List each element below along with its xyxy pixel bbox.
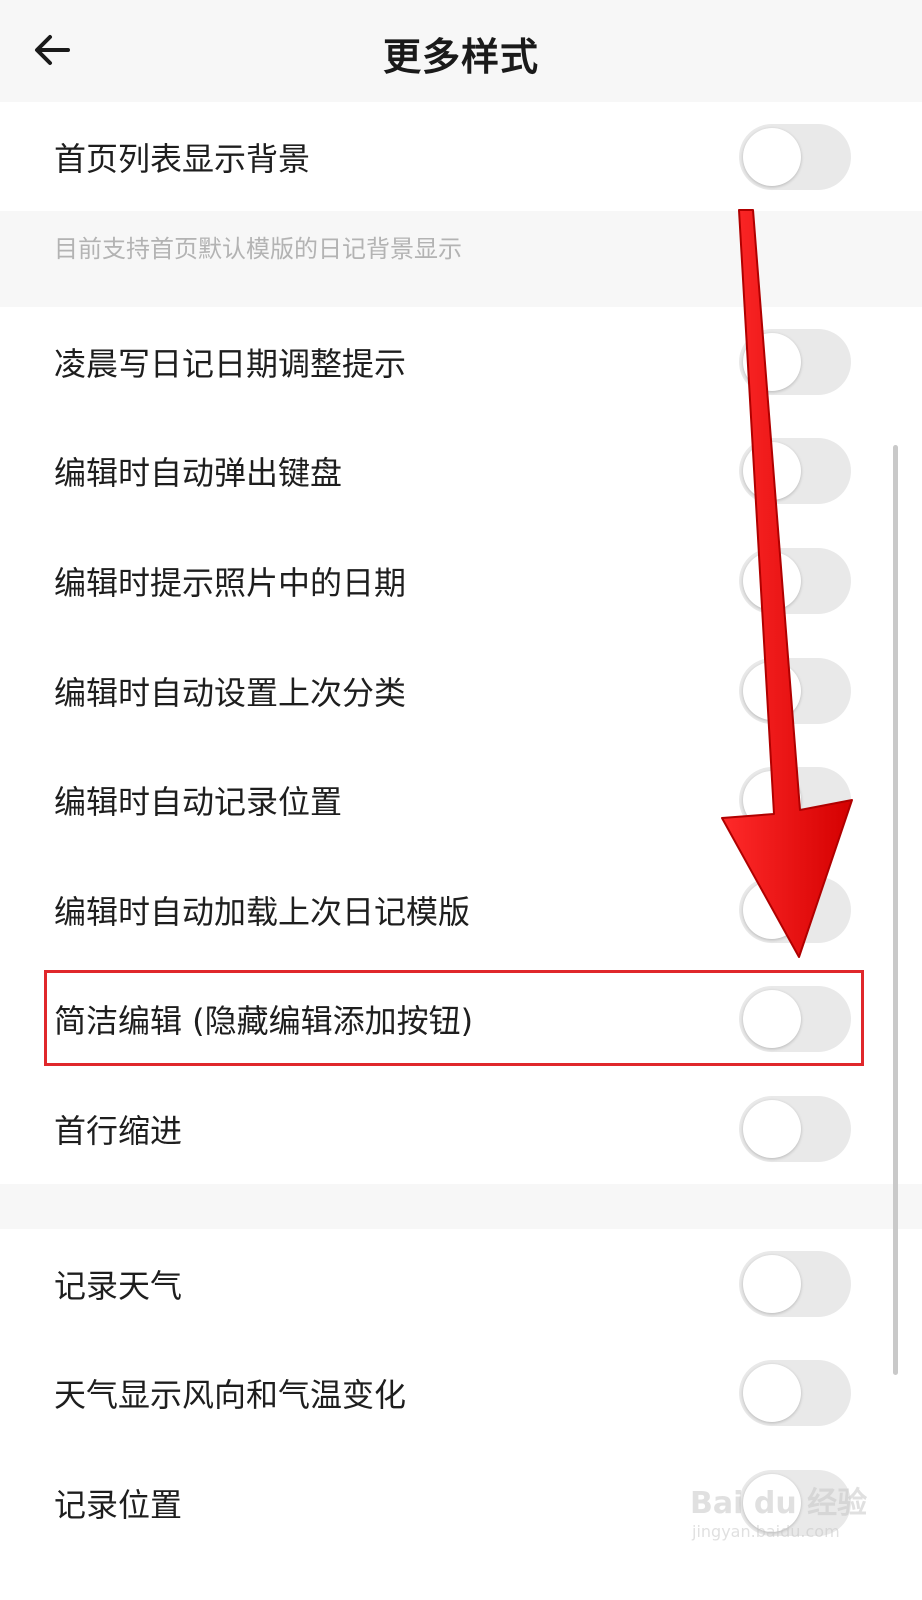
setting-row-auto-location[interactable]: 编辑时自动记录位置 [0,745,922,855]
toggle-switch[interactable] [739,1250,851,1317]
settings-group-weather: 记录天气 天气显示风向和气温变化 记录位置 [0,1229,922,1600]
toggle-knob [743,771,801,830]
toggle-knob [743,1473,801,1532]
scrollbar[interactable] [893,445,898,1375]
toggle-switch[interactable] [739,876,851,943]
setting-row-date-adjust-tip[interactable]: 凌晨写日记日期调整提示 [0,307,922,417]
setting-label: 凌晨写日记日期调整提示 [54,344,407,383]
settings-group-editing: 凌晨写日记日期调整提示 编辑时自动弹出键盘 编辑时提示照片中的日期 编辑时自动设… [0,307,922,1184]
toggle-knob [743,551,801,610]
setting-label: 记录位置 [54,1485,183,1524]
toggle-switch[interactable] [739,123,851,190]
setting-row-home-list-background[interactable]: 首页列表显示背景 [0,102,922,211]
toggle-knob [743,127,801,186]
toggle-switch[interactable] [739,1095,851,1162]
toggle-knob [743,1099,801,1158]
toggle-switch[interactable] [739,1360,851,1427]
toggle-switch[interactable] [739,547,851,614]
toggle-knob [743,990,801,1049]
toggle-knob [743,880,801,939]
setting-row-auto-keyboard[interactable]: 编辑时自动弹出键盘 [0,417,922,527]
setting-label: 首页列表显示背景 [54,139,311,178]
page-title: 更多样式 [382,35,539,79]
toggle-knob [743,332,801,391]
top-bar: 更多样式 [0,0,922,102]
settings-group-background: 首页列表显示背景 [0,102,922,211]
setting-label: 天气显示风向和气温变化 [54,1376,407,1415]
toggle-switch[interactable] [739,328,851,395]
setting-label: 编辑时提示照片中的日期 [54,563,407,602]
setting-row-weather-wind-temp[interactable]: 天气显示风向和气温变化 [0,1339,922,1449]
setting-label: 首行缩进 [54,1111,183,1150]
toggle-knob [743,661,801,720]
toggle-knob [743,1254,801,1313]
setting-row-auto-last-category[interactable]: 编辑时自动设置上次分类 [0,636,922,746]
setting-row-simple-editing[interactable]: 简洁编辑 (隐藏编辑添加按钮) [0,965,922,1075]
settings-screen: 更多样式 首页列表显示背景 目前支持首页默认模版的日记背景显示 凌晨写日记日期调… [0,0,922,1600]
section-note: 目前支持首页默认模版的日记背景显示 [54,235,462,263]
toggle-switch[interactable] [739,438,851,505]
setting-row-auto-last-template[interactable]: 编辑时自动加载上次日记模版 [0,855,922,965]
setting-row-first-line-indent[interactable]: 首行缩进 [0,1074,922,1184]
toggle-switch[interactable] [739,767,851,834]
setting-label: 编辑时自动加载上次日记模版 [54,892,471,931]
setting-label: 记录天气 [54,1266,183,1305]
setting-row-photo-date-tip[interactable]: 编辑时提示照片中的日期 [0,526,922,636]
setting-label: 编辑时自动记录位置 [54,783,343,822]
setting-label: 编辑时自动设置上次分类 [54,673,407,712]
setting-label: 简洁编辑 (隐藏编辑添加按钮) [54,1002,474,1041]
toggle-switch[interactable] [739,1469,851,1536]
toggle-switch[interactable] [739,986,851,1053]
toggle-switch[interactable] [739,657,851,724]
setting-row-record-weather[interactable]: 记录天气 [0,1229,922,1339]
setting-label: 编辑时自动弹出键盘 [54,454,343,493]
toggle-knob [743,1364,801,1423]
toggle-knob [743,442,801,501]
setting-row-record-location[interactable]: 记录位置 [0,1448,922,1558]
